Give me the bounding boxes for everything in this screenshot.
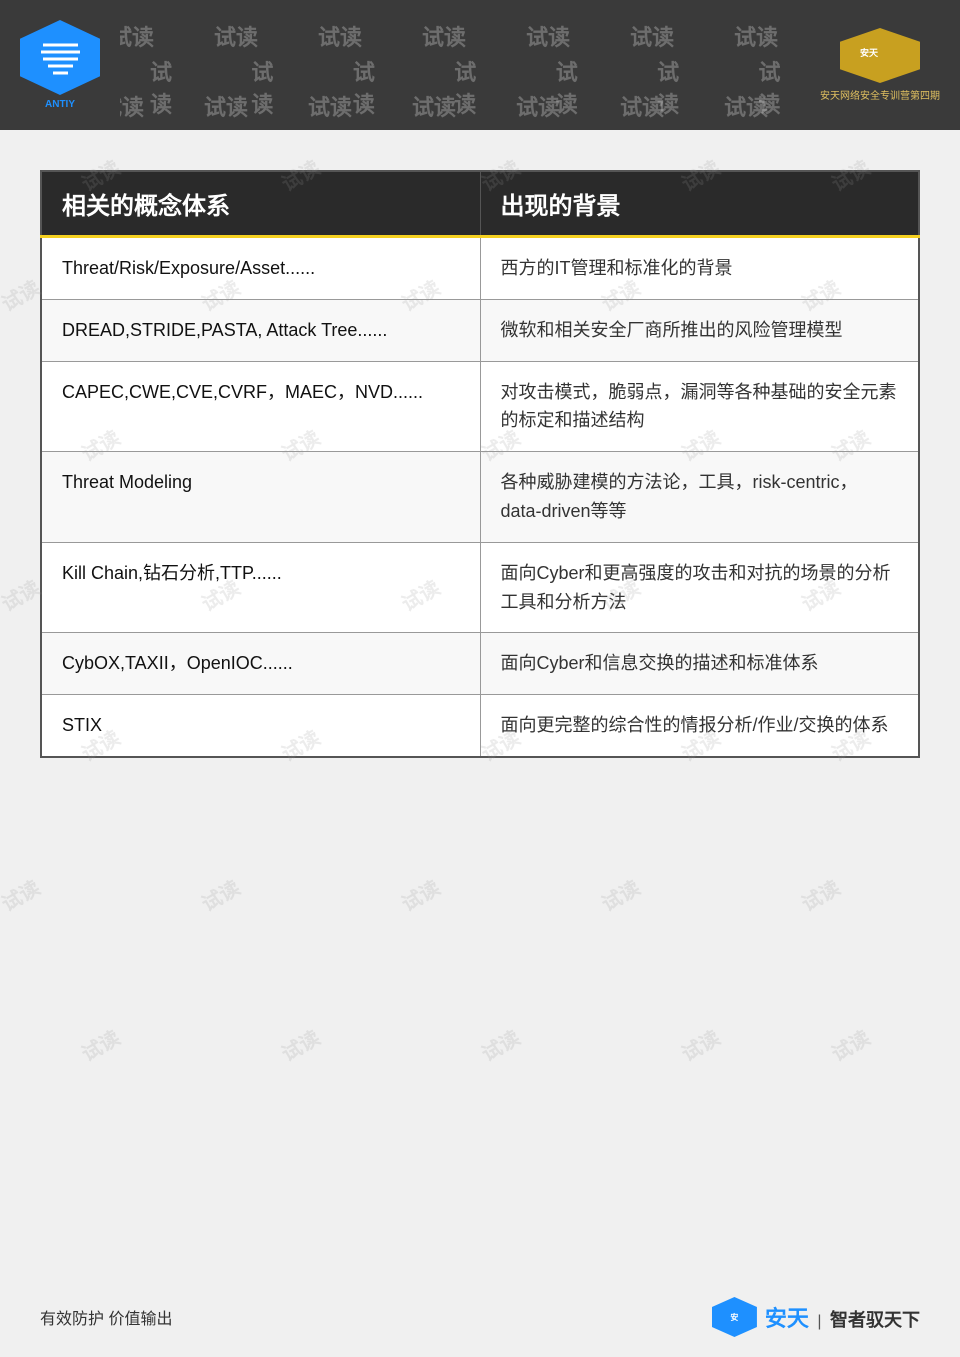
table-row: CAPEC,CWE,CVE,CVRF，MAEC，NVD......对攻击模式，脆… [41,361,919,452]
table-row: Kill Chain,钻石分析,TTP......面向Cyber和更高强度的攻击… [41,542,919,633]
footer-antiy-label: 安 [730,1312,738,1323]
table-header-row: 相关的概念体系 出现的背景 [41,171,919,237]
table-cell-right: 面向Cyber和信息交换的描述和标准体系 [480,633,919,695]
svg-text:安天: 安天 [860,47,879,58]
logo-icon [33,30,88,85]
logo-hexagon [20,20,100,95]
pipe-separator: | [817,1313,821,1330]
table-row: DREAD,STRIDE,PASTA, Attack Tree......微软和… [41,299,919,361]
concept-table: 相关的概念体系 出现的背景 Threat/Risk/Exposure/Asset… [40,170,920,758]
table-cell-right: 对攻击模式，脆弱点，漏洞等各种基础的安全元素的标定和描述结构 [480,361,919,452]
table-row: Threat/Risk/Exposure/Asset......西方的IT管理和… [41,237,919,300]
table-cell-left: Threat/Risk/Exposure/Asset...... [41,237,480,300]
table-cell-left: DREAD,STRIDE,PASTA, Attack Tree...... [41,299,480,361]
table-cell-right: 各种威胁建模的方法论，工具，risk-centric，data-driven等等 [480,452,919,543]
watermark-row-3: 试读 试读 试读 试读 试读 试读 试读 [120,90,768,122]
header: ANTIY 试读 试读 试读 试读 试读 试读 试读 试读 试读 试读 试读 试… [0,0,960,130]
table-cell-left: Kill Chain,钻石分析,TTP...... [41,542,480,633]
table-row: STIX面向更完整的综合性的情报分析/作业/交换的体系 [41,695,919,757]
footer-text: 有效防护 价值输出 [40,1305,172,1329]
table-cell-right: 面向Cyber和更高强度的攻击和对抗的场景的分析工具和分析方法 [480,542,919,633]
header-brand: 安天 安天网络安全专训营第四期 [800,0,960,130]
table-cell-right: 微软和相关安全厂商所推出的风险管理模型 [480,299,919,361]
table-cell-right: 面向更完整的综合性的情报分析/作业/交换的体系 [480,695,919,757]
table-row: Threat Modeling各种威胁建模的方法论，工具，risk-centri… [41,452,919,543]
table-row: CybOX,TAXII，OpenIOC......面向Cyber和信息交换的描述… [41,633,919,695]
main-content: 试读 试读 试读 试读 试读 试读 试读 试读 试读 试读 试读 试读 试读 试… [0,130,960,1280]
brand-logo-hexagon: 安天 [840,28,920,83]
brand-logo-icon: 安天 [855,36,905,76]
footer-brand: 安 安天 | 智者驭天下 [712,1297,920,1337]
table-cell-left: CAPEC,CWE,CVE,CVRF，MAEC，NVD...... [41,361,480,452]
table-cell-left: CybOX,TAXII，OpenIOC...... [41,633,480,695]
footer-logo-hexagon: 安 [712,1297,757,1337]
table-cell-left: Threat Modeling [41,452,480,543]
table-cell-right: 西方的IT管理和标准化的背景 [480,237,919,300]
col2-header: 出现的背景 [480,171,919,237]
brand-subtitle: 安天网络安全专训营第四期 [820,87,940,102]
antiy-label: ANTIY [45,99,75,110]
footer: 有效防护 价值输出 安 安天 | 智者驭天下 [0,1277,960,1357]
footer-brand-name: 安天 | 智者驭天下 [765,1301,920,1333]
watermark-row-1: 试读 试读 试读 试读 试读 试读 试读 [120,20,778,52]
col1-header: 相关的概念体系 [41,171,480,237]
header-watermarks: 试读 试读 试读 试读 试读 试读 试读 试读 试读 试读 试读 试读 试读 试… [120,0,800,130]
table-cell-left: STIX [41,695,480,757]
logo-area: ANTIY [0,0,120,130]
